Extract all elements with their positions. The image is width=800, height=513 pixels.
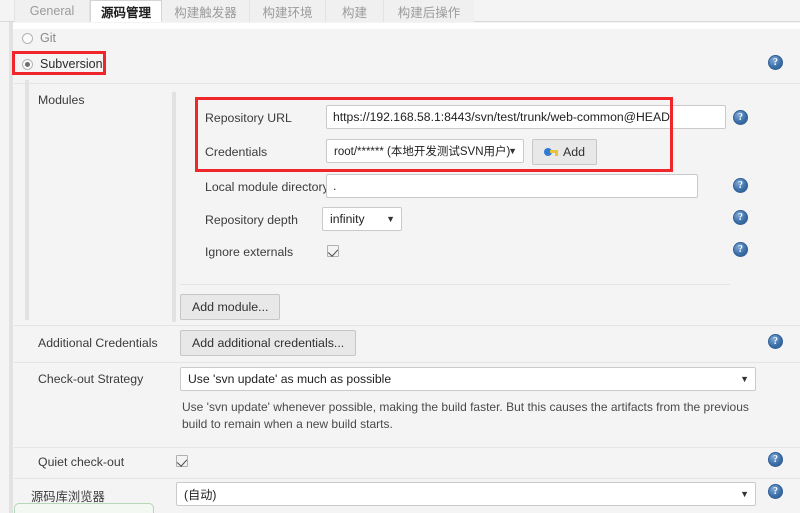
git-radio[interactable] xyxy=(22,32,33,44)
divider-below-module xyxy=(180,284,730,285)
divider-above-quiet-checkout xyxy=(14,447,800,448)
subversion-radio-label: Subversion xyxy=(40,57,103,71)
tab-general-label: General xyxy=(29,4,75,18)
checkout-strategy-value: Use 'svn update' as much as possible xyxy=(188,372,392,386)
checkout-strategy-label: Check-out Strategy xyxy=(38,372,144,386)
tab-source-code-management[interactable]: 源码管理 xyxy=(90,0,162,22)
add-credentials-button-label: Add xyxy=(563,145,586,159)
local-module-directory-input[interactable]: . xyxy=(326,174,698,198)
quiet-checkout-label: Quiet check-out xyxy=(38,455,125,469)
subversion-radio[interactable] xyxy=(22,58,33,70)
chevron-down-icon-checkout-strategy: ▼ xyxy=(740,374,749,384)
bottom-green-panel xyxy=(14,503,154,513)
repository-browser-value: (自动) xyxy=(184,488,217,502)
tab-build-triggers[interactable]: 构建触发器 xyxy=(162,0,250,22)
help-icon-repository-browser[interactable] xyxy=(768,484,783,499)
ignore-externals-checkbox[interactable] xyxy=(327,245,339,257)
tab-general[interactable]: General xyxy=(14,0,90,22)
tab-build-label: 构建 xyxy=(341,5,367,20)
quiet-checkout-checkbox[interactable] xyxy=(176,455,188,467)
help-icon-subversion[interactable] xyxy=(768,55,783,70)
section-rail-modules xyxy=(25,80,29,320)
help-icon-additional-credentials[interactable] xyxy=(768,334,783,349)
radio-row-subversion[interactable]: Subversion xyxy=(22,57,103,71)
local-module-directory-value: . xyxy=(333,179,337,193)
divider-above-repository-browser xyxy=(14,478,800,479)
ignore-externals-label: Ignore externals xyxy=(205,245,294,259)
help-icon-ignore-externals[interactable] xyxy=(733,242,748,257)
tab-build-environment-label: 构建环境 xyxy=(262,5,313,20)
repository-depth-select[interactable]: infinity ▼ xyxy=(322,207,402,231)
divider-above-checkout-strategy xyxy=(14,362,800,363)
credentials-select[interactable]: root/****** (本地开发测试SVN用户) ▼ xyxy=(326,139,524,163)
local-module-directory-label: Local module directory xyxy=(205,180,329,194)
checkout-strategy-select[interactable]: Use 'svn update' as much as possible ▼ xyxy=(180,367,756,391)
panel-top-spacer xyxy=(13,23,800,29)
help-icon-repository-url[interactable] xyxy=(733,110,748,125)
credentials-label: Credentials xyxy=(205,145,268,159)
chevron-down-icon-repository-depth: ▼ xyxy=(386,214,395,224)
help-icon-quiet-checkout[interactable] xyxy=(768,452,783,467)
checkout-strategy-description: Use 'svn update' whenever possible, maki… xyxy=(182,400,749,431)
repository-url-label: Repository URL xyxy=(205,111,292,125)
repository-url-value: https://192.168.58.1:8443/svn/test/trunk… xyxy=(333,110,670,124)
radio-row-git[interactable]: Git xyxy=(22,31,56,45)
chevron-down-icon-credentials: ▼ xyxy=(508,146,517,156)
repository-url-input[interactable]: https://192.168.58.1:8443/svn/test/trunk… xyxy=(326,105,726,129)
add-additional-credentials-button-label: Add additional credentials... xyxy=(192,336,345,350)
repository-depth-label: Repository depth xyxy=(205,213,298,227)
tab-build-environment[interactable]: 构建环境 xyxy=(250,0,326,22)
divider-above-modules xyxy=(14,83,800,84)
tab-build-triggers-label: 构建触发器 xyxy=(174,5,237,20)
jenkins-job-config-page: General 源码管理 构建触发器 构建环境 构建 构建后操作 Git Sub… xyxy=(0,0,800,513)
help-icon-local-module-directory[interactable] xyxy=(733,178,748,193)
repository-depth-value: infinity xyxy=(330,212,365,226)
add-module-button-label: Add module... xyxy=(192,300,269,314)
key-icon xyxy=(544,147,558,157)
chevron-down-icon-repository-browser: ▼ xyxy=(740,489,749,499)
add-credentials-button[interactable]: Add xyxy=(532,139,598,165)
tab-post-build-actions-label: 构建后操作 xyxy=(397,5,461,20)
additional-credentials-label: Additional Credentials xyxy=(38,336,158,350)
tab-source-code-management-label: 源码管理 xyxy=(101,5,152,20)
tab-post-build-actions[interactable]: 构建后操作 xyxy=(384,0,474,22)
add-module-button[interactable]: Add module... xyxy=(180,294,281,320)
git-radio-label: Git xyxy=(40,31,56,45)
modules-section-label: Modules xyxy=(38,93,85,107)
divider-above-additional-credentials xyxy=(14,325,800,326)
help-icon-repository-depth[interactable] xyxy=(733,210,748,225)
section-rail-module-entry xyxy=(172,92,176,322)
tab-build[interactable]: 构建 xyxy=(326,0,384,22)
config-tab-bar: General 源码管理 构建触发器 构建环境 构建 构建后操作 xyxy=(0,0,800,22)
credentials-value: root/****** (本地开发测试SVN用户) xyxy=(334,146,511,158)
add-additional-credentials-button[interactable]: Add additional credentials... xyxy=(180,330,357,356)
repository-browser-select[interactable]: (自动) ▼ xyxy=(176,482,756,506)
section-rail-outer xyxy=(9,22,13,513)
